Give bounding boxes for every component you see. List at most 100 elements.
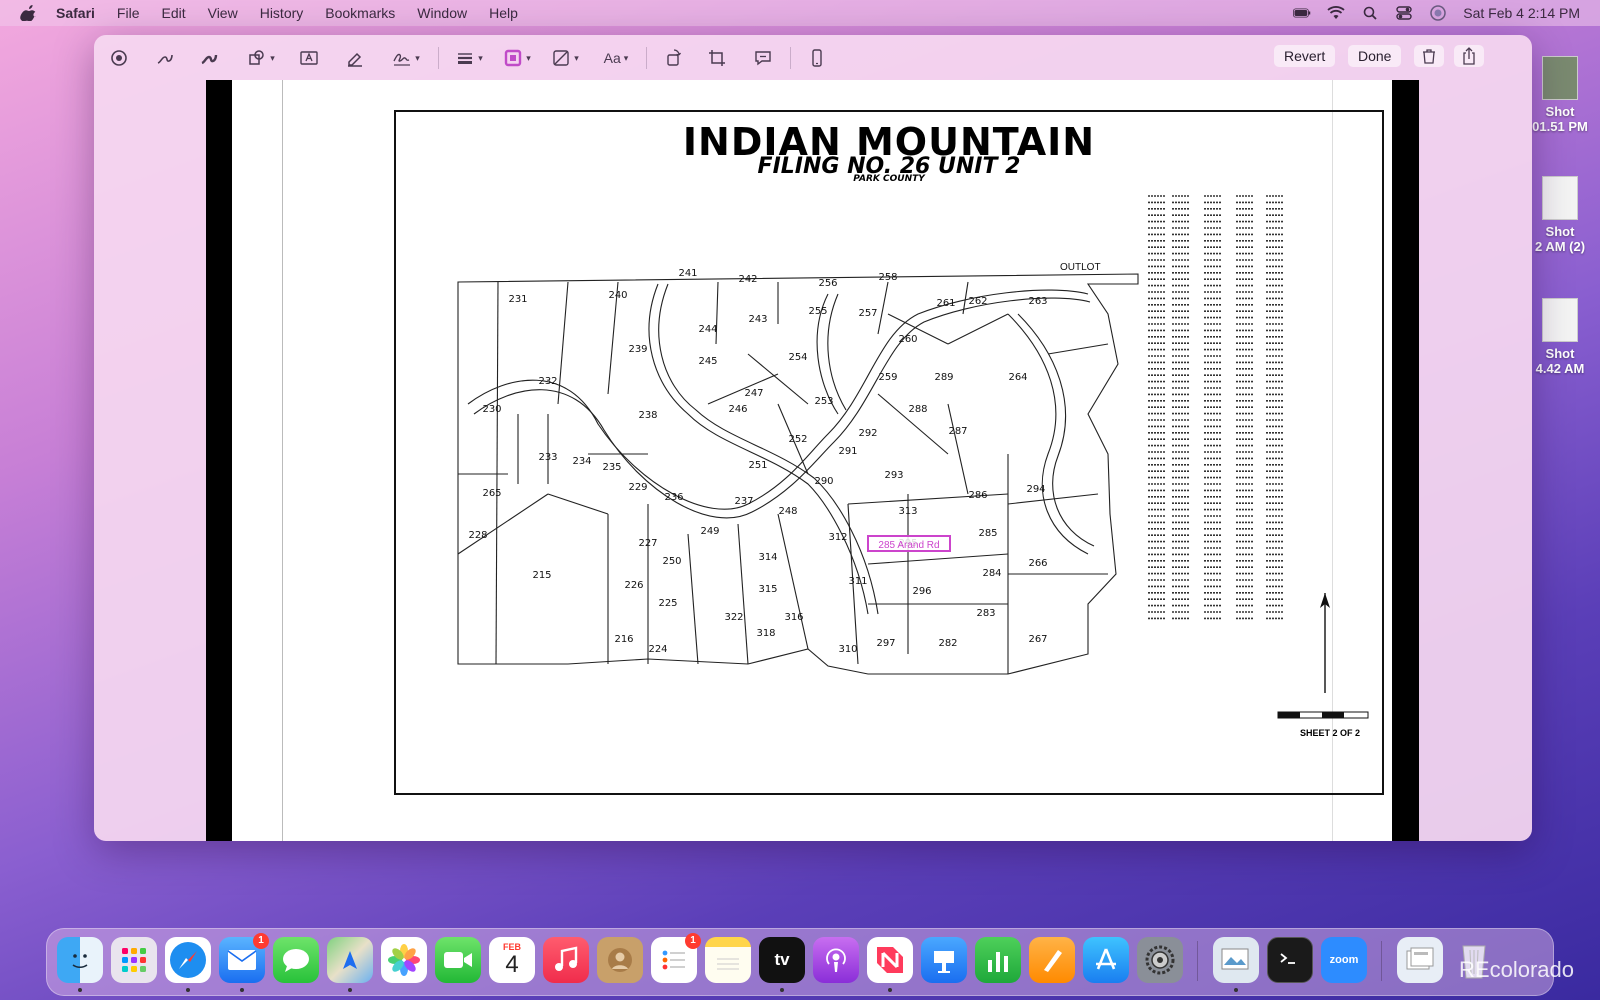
battery-icon[interactable] [1293, 6, 1311, 20]
lot-number: 311 [848, 576, 867, 587]
control-center-icon[interactable] [1395, 6, 1413, 20]
wifi-icon[interactable] [1327, 6, 1345, 20]
desktop-file-3[interactable]: Shot 4.42 AM [1520, 298, 1600, 376]
address-annotation[interactable]: 285 Arand Rd [878, 540, 939, 551]
menu-history[interactable]: History [260, 5, 304, 21]
done-button[interactable]: Done [1348, 45, 1402, 67]
thumbnail-image [1542, 56, 1578, 100]
curve-data-table [1148, 195, 1284, 620]
tv-icon[interactable]: tv [759, 937, 805, 992]
running-indicator [348, 988, 352, 992]
select-tool-icon[interactable] [108, 47, 130, 69]
facetime-icon[interactable] [435, 937, 481, 983]
messages-icon[interactable] [273, 937, 319, 983]
lot-number: 292 [858, 428, 877, 439]
border-color-icon[interactable]: ▾ [500, 47, 534, 69]
lot-number: 254 [788, 352, 807, 363]
fill-color-icon[interactable]: ▾ [548, 47, 582, 69]
annotate-icon[interactable] [752, 47, 774, 69]
lot-number: 264 [1008, 372, 1027, 383]
lot-number: 294 [1026, 484, 1045, 495]
lot-number: 261 [936, 298, 955, 309]
numbers-icon[interactable] [975, 937, 1021, 983]
desktop-file-line1: Shot [1545, 104, 1575, 119]
reminders-icon[interactable]: 1 [651, 933, 701, 983]
lot-number: 233 [538, 452, 557, 463]
keynote-icon[interactable] [921, 937, 967, 983]
rotate-icon[interactable] [662, 47, 684, 69]
running-indicator [78, 988, 82, 992]
lot-number: 259 [878, 372, 897, 383]
crop-icon[interactable] [706, 47, 728, 69]
desktop-file-2[interactable]: Shot 2 AM (2) [1520, 176, 1600, 254]
lot-number: 248 [778, 506, 797, 517]
maps-icon[interactable] [327, 937, 373, 992]
menu-app-name[interactable]: Safari [56, 5, 95, 21]
apple-logo-icon[interactable] [20, 5, 38, 21]
lot-number: 227 [638, 538, 657, 549]
contacts-icon[interactable] [597, 937, 643, 983]
desktop-file-line1: Shot [1545, 224, 1575, 239]
lot-number: 262 [968, 296, 987, 307]
terminal-icon[interactable] [1267, 937, 1313, 983]
lot-number: 240 [608, 290, 627, 301]
lot-number: 237 [734, 496, 753, 507]
document-viewer[interactable]: INDIAN MOUNTAIN FILING NO. 26 UNIT 2 PAR… [206, 80, 1419, 841]
reminders-badge: 1 [685, 933, 701, 949]
lot-number: 252 [788, 434, 807, 445]
lot-number: 246 [728, 404, 747, 415]
menu-window[interactable]: Window [417, 5, 467, 21]
text-style-icon[interactable]: Aa ▾ [598, 47, 634, 69]
calendar-day: 4 [505, 951, 519, 978]
lot-number: 251 [748, 460, 767, 471]
map-county: PARK COUNTY [853, 174, 925, 184]
preview-icon[interactable] [1213, 937, 1259, 992]
lot-number: 258 [878, 272, 897, 283]
lot-number: 314 [758, 552, 777, 563]
scale-bar [1277, 711, 1369, 719]
device-icon[interactable] [806, 47, 828, 69]
news-icon[interactable] [867, 937, 913, 992]
music-icon[interactable] [543, 937, 589, 983]
calendar-icon[interactable]: FEB 4 [489, 937, 535, 983]
photos-icon[interactable] [381, 937, 427, 983]
menu-view[interactable]: View [208, 5, 238, 21]
lot-number: 250 [662, 556, 681, 567]
lot-number: 265 [482, 488, 501, 499]
zoom-icon[interactable]: zoom [1321, 937, 1367, 983]
line-style-icon[interactable]: ▾ [452, 47, 486, 69]
app-store-icon[interactable] [1083, 937, 1129, 983]
running-indicator [186, 988, 190, 992]
pages-icon[interactable] [1029, 937, 1075, 983]
menu-bookmarks[interactable]: Bookmarks [325, 5, 395, 21]
notes-icon[interactable] [705, 937, 751, 983]
lot-number: 286 [968, 490, 987, 501]
signature-tool-icon[interactable]: ▾ [388, 47, 424, 69]
shapes-tool-icon[interactable]: ▾ [244, 47, 278, 69]
safari-icon[interactable] [165, 937, 211, 992]
podcasts-icon[interactable] [813, 937, 859, 983]
trash-button[interactable] [1414, 45, 1444, 67]
trash-icon [1423, 49, 1435, 64]
mail-icon[interactable]: 1 [219, 933, 269, 992]
desktop-file-1[interactable]: Shot 01.51 PM [1520, 56, 1600, 134]
running-indicator [1234, 988, 1238, 992]
downloads-stack-icon[interactable] [1397, 937, 1443, 983]
siri-icon[interactable] [1429, 5, 1447, 21]
menu-edit[interactable]: Edit [161, 5, 185, 21]
sketch-tool-icon[interactable] [154, 47, 176, 69]
menu-file[interactable]: File [117, 5, 140, 21]
launchpad-icon[interactable] [111, 937, 157, 983]
finder-icon[interactable] [57, 937, 103, 992]
revert-button[interactable]: Revert [1274, 45, 1336, 67]
dock: 1 FEB 4 1 tv zoom [46, 928, 1554, 996]
highlight-tool-icon[interactable] [344, 47, 366, 69]
share-button[interactable] [1454, 45, 1484, 67]
text-tool-icon[interactable] [298, 47, 320, 69]
search-icon[interactable] [1361, 6, 1379, 20]
system-preferences-icon[interactable] [1137, 937, 1183, 983]
menu-help[interactable]: Help [489, 5, 518, 21]
menu-clock[interactable]: Sat Feb 4 2:14 PM [1463, 5, 1580, 21]
draw-tool-icon[interactable] [198, 47, 220, 69]
lot-number: 293 [884, 470, 903, 481]
